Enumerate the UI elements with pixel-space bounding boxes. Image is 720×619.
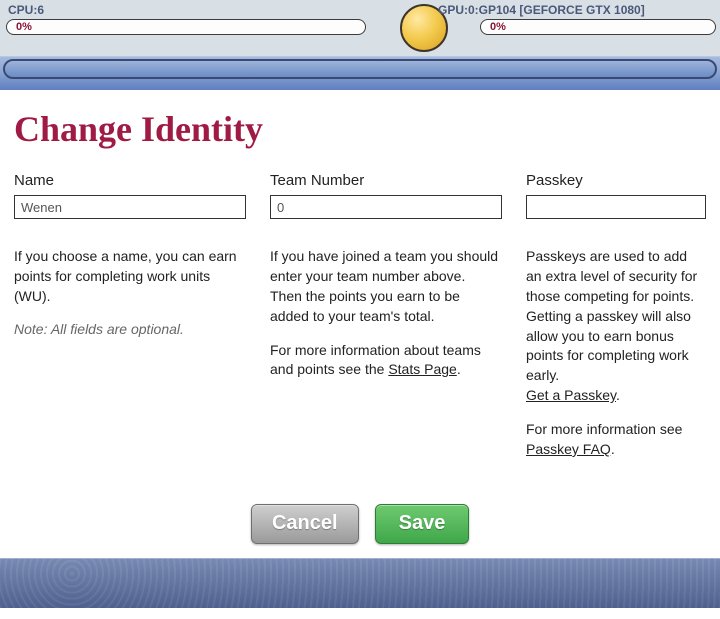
passkey-faq-link[interactable]: Passkey FAQ [526,441,611,457]
team-column: Team Number If you have joined a team yo… [270,172,502,474]
main-panel: Change Identity Name If you choose a nam… [0,90,720,558]
team-label: Team Number [270,172,502,189]
gpu-stat: GPU:0:GP104 [GEFORCE GTX 1080] 0% [436,0,716,35]
team-desc1: If you have joined a team you should ent… [270,247,502,327]
header-band [0,56,720,90]
save-button[interactable]: Save [375,504,469,544]
name-input[interactable] [14,195,246,219]
cpu-label: CPU:6 [6,0,366,19]
team-desc2: For more information about teams and poi… [270,341,502,381]
passkey-column: Passkey Passkeys are used to add an extr… [526,172,706,474]
passkey-input[interactable] [526,195,706,219]
name-label: Name [14,172,246,189]
name-column: Name If you choose a name, you can earn … [14,172,246,474]
passkey-label: Passkey [526,172,706,189]
stats-page-link[interactable]: Stats Page [388,361,457,377]
fields-note: Note: All fields are optional. [14,321,246,337]
button-row: Cancel Save [14,504,706,558]
gpu-label: GPU:0:GP104 [GEFORCE GTX 1080] [436,0,716,19]
team-input[interactable] [270,195,502,219]
footer-band [0,558,720,608]
page-title: Change Identity [14,108,706,150]
get-passkey-link[interactable]: Get a Passkey [526,387,616,403]
passkey-desc1: Passkeys are used to add an extra level … [526,247,706,406]
cancel-button[interactable]: Cancel [251,504,359,544]
stats-bar: CPU:6 0% GPU:0:GP104 [GEFORCE GTX 1080] … [0,0,720,56]
cpu-progress: 0% [6,19,366,35]
cpu-pct: 0% [16,19,32,35]
cpu-stat: CPU:6 0% [6,0,366,35]
gpu-pct: 0% [490,19,506,35]
name-desc: If you choose a name, you can earn point… [14,247,246,307]
gpu-progress: 0% [480,19,716,35]
passkey-desc2: For more information see Passkey FAQ. [526,420,706,460]
